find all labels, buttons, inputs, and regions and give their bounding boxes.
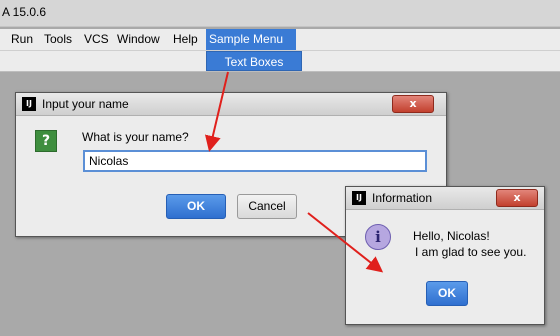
- arrow-to-text-field: [204, 71, 229, 152]
- arrow-to-information-dialog: [307, 212, 384, 273]
- annotation-arrows: [204, 71, 384, 273]
